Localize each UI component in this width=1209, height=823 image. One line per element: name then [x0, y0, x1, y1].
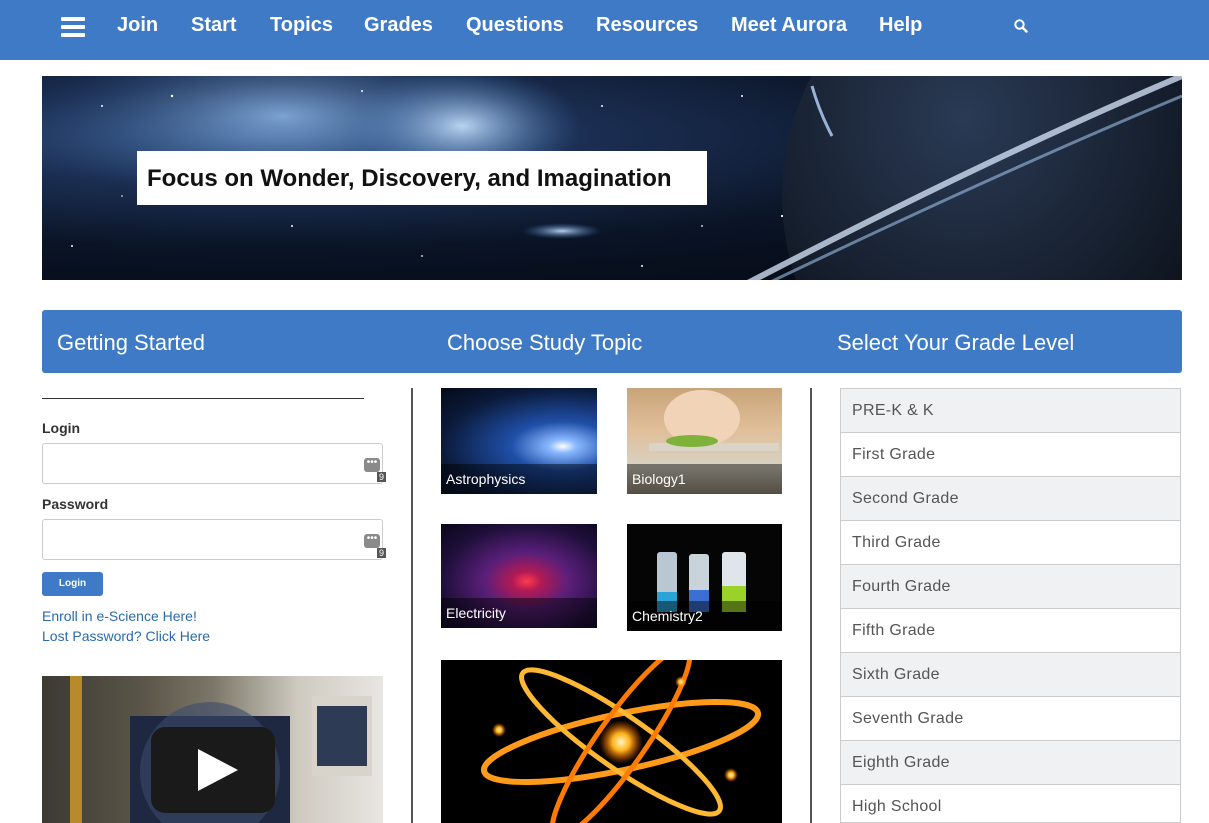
atom-orbit-image	[480, 660, 762, 823]
grade-item-high-school[interactable]: High School	[841, 785, 1180, 822]
search-icon[interactable]	[1013, 18, 1029, 34]
nav-meet-aurora[interactable]: Meet Aurora	[731, 14, 847, 37]
login-input[interactable]: ••• 9	[42, 443, 386, 484]
play-icon	[198, 749, 238, 791]
topic-atom-image[interactable]	[441, 660, 782, 823]
grade-item-sixth[interactable]: Sixth Grade	[841, 653, 1180, 697]
grade-level-heading: Select Your Grade Level	[837, 330, 1075, 355]
grade-item-fifth[interactable]: Fifth Grade	[841, 609, 1180, 653]
column-divider-left	[411, 388, 413, 823]
divider-line	[42, 398, 364, 399]
nav-resources[interactable]: Resources	[596, 14, 698, 37]
hero-title-box: Focus on Wonder, Discovery, and Imaginat…	[137, 151, 707, 205]
grade-item-pre-k[interactable]: PRE-K & K	[841, 389, 1180, 433]
study-topic-heading: Choose Study Topic	[447, 330, 643, 355]
topic-astrophysics[interactable]: Astrophysics	[441, 388, 597, 494]
login-button[interactable]: Login	[42, 572, 103, 596]
topic-label: Electricity	[446, 605, 506, 621]
play-button[interactable]	[151, 727, 275, 813]
hero-title: Focus on Wonder, Discovery, and Imaginat…	[147, 165, 672, 192]
hero-banner: Focus on Wonder, Discovery, and Imaginat…	[42, 76, 1182, 280]
grade-item-second[interactable]: Second Grade	[841, 477, 1180, 521]
column-divider-right	[810, 388, 812, 823]
top-navbar: Join Start Topics Grades Questions Resou…	[0, 0, 1209, 60]
topic-label: Biology1	[632, 471, 686, 487]
password-label: Password	[42, 496, 109, 512]
grade-item-eighth[interactable]: Eighth Grade	[841, 741, 1180, 785]
getting-started-heading: Getting Started	[57, 330, 205, 355]
grade-item-third[interactable]: Third Grade	[841, 521, 1180, 565]
lost-password-link[interactable]: Lost Password? Click Here	[42, 628, 210, 644]
nav-grades[interactable]: Grades	[364, 14, 433, 37]
password-manager-icon[interactable]: ••• 9	[364, 458, 386, 482]
enroll-link[interactable]: Enroll in e-Science Here!	[42, 608, 197, 624]
topic-chemistry2[interactable]: Chemistry2	[627, 524, 782, 631]
nav-start[interactable]: Start	[191, 14, 237, 37]
topic-biology1[interactable]: Biology1	[627, 388, 782, 494]
grade-item-fourth[interactable]: Fourth Grade	[841, 565, 1180, 609]
topic-electricity[interactable]: Electricity	[441, 524, 597, 628]
login-label: Login	[42, 420, 81, 436]
hamburger-menu-icon[interactable]	[61, 17, 85, 37]
section-header-bar: Getting Started Choose Study Topic Selec…	[42, 310, 1182, 373]
password-manager-icon[interactable]: ••• 9	[364, 534, 386, 558]
intro-video[interactable]	[42, 676, 383, 823]
nav-help[interactable]: Help	[879, 14, 922, 37]
grade-item-seventh[interactable]: Seventh Grade	[841, 697, 1180, 741]
nav-questions[interactable]: Questions	[466, 14, 564, 37]
nav-topics[interactable]: Topics	[270, 14, 333, 37]
topic-label: Astrophysics	[446, 471, 526, 487]
topic-label: Chemistry2	[632, 608, 703, 624]
grade-item-first[interactable]: First Grade	[841, 433, 1180, 477]
password-input[interactable]: ••• 9	[42, 519, 386, 560]
nav-join[interactable]: Join	[117, 14, 158, 37]
grade-level-list: PRE-K & K First Grade Second Grade Third…	[840, 388, 1181, 823]
